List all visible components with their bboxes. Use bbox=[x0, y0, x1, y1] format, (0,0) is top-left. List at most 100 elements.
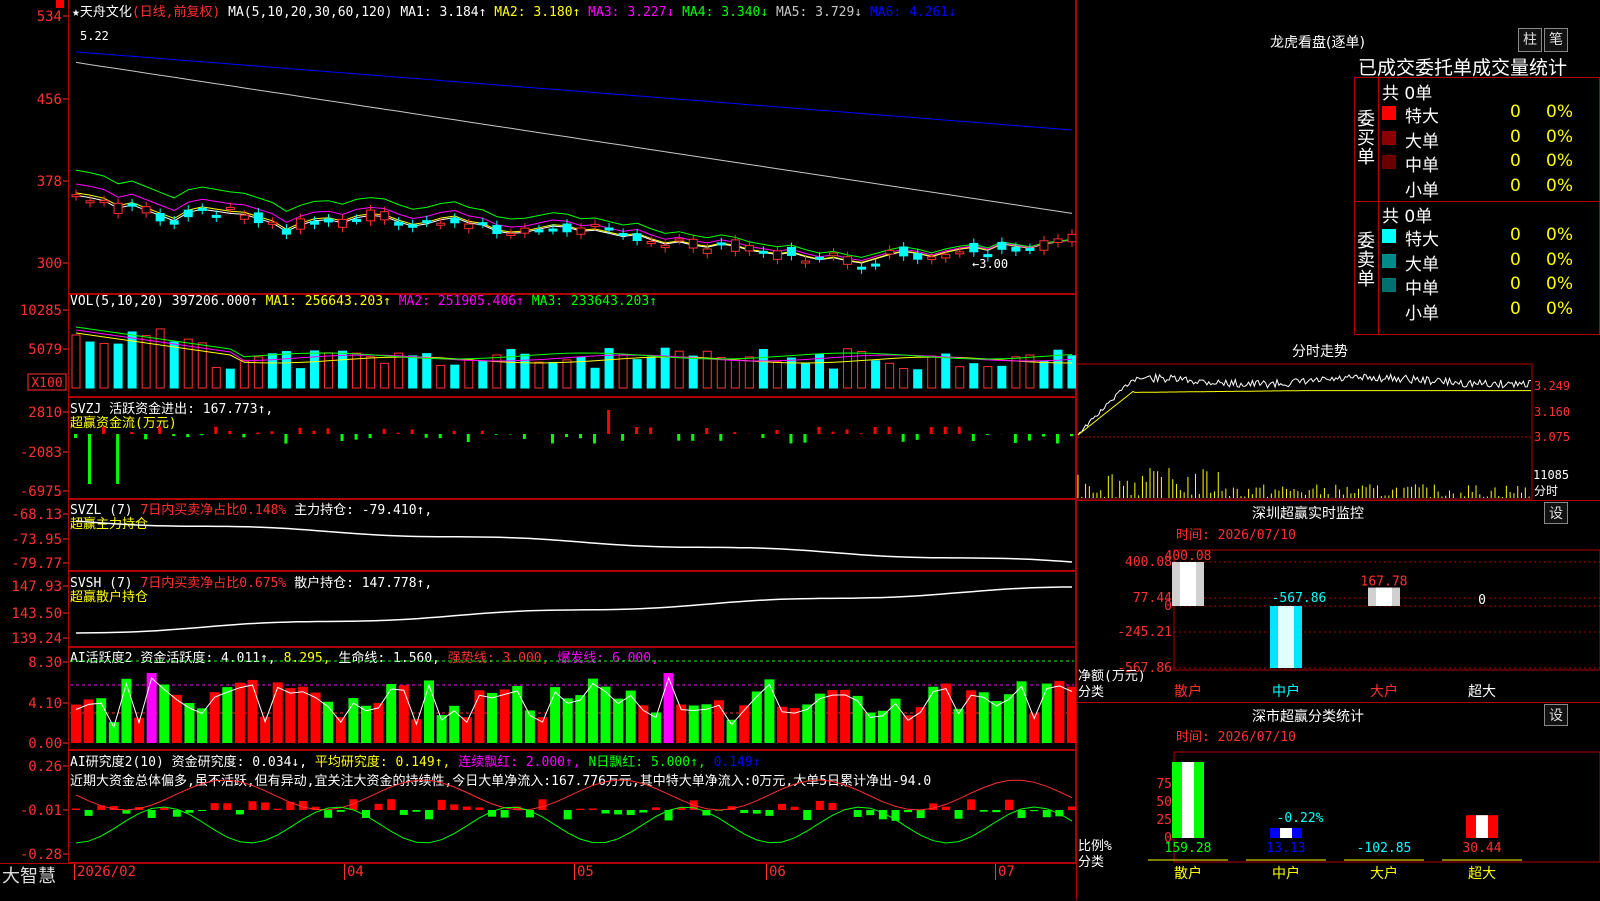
order-type: 特大 bbox=[1405, 225, 1439, 250]
main-chart-area[interactable]: ★天舟文化(日线,前复权) MA(5,10,20,30,60,120) MA1:… bbox=[0, 0, 1076, 900]
order-qty: 0 bbox=[1510, 299, 1521, 319]
vol-bar bbox=[535, 362, 543, 388]
candle bbox=[633, 234, 641, 241]
vol-bar bbox=[282, 352, 290, 388]
svsh-y-tick: 143.50 bbox=[11, 606, 62, 622]
vol-bar bbox=[830, 369, 838, 388]
ai1-bar bbox=[991, 701, 1001, 743]
candle bbox=[801, 261, 809, 263]
svzj-bar bbox=[719, 434, 722, 441]
high-price-label: 5.22 bbox=[80, 29, 109, 43]
vol-bar bbox=[773, 362, 781, 388]
intraday-price-line bbox=[1078, 374, 1531, 435]
ai2-bar bbox=[400, 810, 408, 815]
ai1-bar bbox=[928, 687, 938, 743]
kline-y-tick: 534 bbox=[37, 9, 62, 25]
ai1-bar bbox=[298, 687, 308, 743]
vol-bar bbox=[745, 357, 753, 388]
order-pct: 0% bbox=[1546, 299, 1573, 319]
svsh-chart[interactable]: 147.93143.50139.24 bbox=[0, 571, 1076, 647]
sz-settings-button[interactable]: 设 bbox=[1544, 502, 1568, 524]
svzj-y-tick: -2083 bbox=[20, 445, 62, 461]
sz-ylabel-2: 分类 bbox=[1078, 685, 1104, 700]
ai-research-chart[interactable]: 0.26-0.01-0.28 bbox=[0, 750, 1076, 863]
ai1-y-tick: 8.30 bbox=[28, 655, 62, 671]
svzj-chart[interactable]: 2810-2083-6975 bbox=[0, 397, 1076, 499]
svzj-y-tick: -6975 bbox=[20, 484, 62, 499]
svzj-bar bbox=[986, 434, 989, 435]
candle bbox=[675, 239, 683, 241]
volume-chart[interactable]: 102855079X100 bbox=[0, 294, 1076, 397]
lhb-title: 龙虎看盘(逐单) bbox=[1270, 32, 1365, 52]
svzj-bar bbox=[888, 427, 891, 434]
ss-stats-chart[interactable]: 7550250比例%分类159.28散户-0.22%13.13中户-102.85… bbox=[1076, 742, 1600, 900]
ai1-bar bbox=[890, 699, 900, 743]
ai2-bar bbox=[1005, 800, 1013, 810]
candle bbox=[170, 221, 178, 224]
svzj-bar bbox=[565, 434, 568, 437]
order-qty: 0 bbox=[1510, 151, 1521, 171]
sz-ylabel: 净额(万元) bbox=[1078, 669, 1146, 684]
vol-bar bbox=[956, 367, 964, 388]
candle bbox=[858, 267, 866, 269]
intraday-avg-line bbox=[1078, 391, 1531, 435]
candle bbox=[900, 247, 908, 256]
sz-category: 散户 bbox=[1174, 683, 1202, 700]
svzl-chart[interactable]: -68.13-73.95-79.77 bbox=[0, 499, 1076, 571]
ai2-bar bbox=[450, 804, 458, 810]
order-color-swatch bbox=[1382, 278, 1396, 292]
vol-bar bbox=[647, 357, 655, 388]
candle bbox=[577, 228, 585, 234]
ai1-y-tick: 0.00 bbox=[28, 736, 62, 750]
sz-monitor-chart[interactable]: 400.0877.440-245.21-567.86净额(万元)分类400.08… bbox=[1076, 540, 1600, 702]
vol-bar bbox=[72, 335, 80, 388]
kline-chart[interactable]: 5344563783005.22←3.00 bbox=[0, 0, 1076, 294]
tick-view-button[interactable]: 笔 bbox=[1544, 28, 1568, 52]
ai1-bar bbox=[96, 698, 106, 743]
candle bbox=[1054, 239, 1062, 243]
intraday-tick: 3.075 bbox=[1534, 430, 1570, 444]
candle bbox=[844, 257, 852, 265]
ai1-bar bbox=[248, 680, 258, 743]
order-qty: 0 bbox=[1510, 102, 1521, 122]
candle bbox=[591, 224, 599, 226]
order-qty: 0 bbox=[1510, 225, 1521, 245]
svzj-bar bbox=[453, 431, 456, 434]
ai-activity-chart[interactable]: 8.304.100.00 bbox=[0, 647, 1076, 750]
candle bbox=[423, 221, 431, 223]
intraday-chart[interactable]: 3.2493.1603.07511085分时 bbox=[1076, 337, 1600, 500]
ai1-bar bbox=[966, 690, 976, 743]
candle bbox=[731, 240, 739, 251]
ai2-bar bbox=[942, 807, 950, 810]
order-pct: 0% bbox=[1546, 127, 1573, 147]
order-stats-header: 已成交委托单成交量统计 bbox=[1358, 53, 1567, 80]
vol-bar bbox=[1068, 356, 1076, 388]
candle bbox=[240, 215, 248, 219]
sz-bar-label: 167.78 bbox=[1361, 575, 1408, 590]
candle bbox=[184, 210, 192, 217]
candle bbox=[339, 219, 347, 227]
ai1-bar bbox=[512, 686, 522, 743]
sell-orders-label: 委卖单 bbox=[1357, 232, 1375, 289]
vol-bar bbox=[437, 365, 445, 388]
column-view-button[interactable]: 柱 bbox=[1518, 28, 1542, 52]
candle bbox=[395, 222, 403, 225]
svzj-bar bbox=[972, 434, 975, 441]
vol-bar bbox=[296, 369, 304, 388]
svzj-bar bbox=[775, 430, 778, 434]
vol-bar bbox=[844, 349, 852, 388]
ss-bar-label: 30.44 bbox=[1462, 841, 1501, 856]
ai1-bar bbox=[827, 690, 837, 743]
ai1-bar bbox=[323, 702, 333, 743]
svzj-bar bbox=[228, 431, 231, 434]
order-type: 中单 bbox=[1405, 151, 1439, 176]
ai1-bar bbox=[109, 722, 119, 743]
vol-y-tick: 10285 bbox=[20, 303, 62, 319]
vol-bar bbox=[815, 354, 823, 388]
candle bbox=[325, 219, 333, 222]
svzj-bar bbox=[327, 428, 330, 434]
candle bbox=[563, 224, 571, 232]
ss-settings-button[interactable]: 设 bbox=[1544, 704, 1568, 726]
ai2-bar bbox=[967, 799, 975, 810]
svzj-bar bbox=[874, 427, 877, 434]
